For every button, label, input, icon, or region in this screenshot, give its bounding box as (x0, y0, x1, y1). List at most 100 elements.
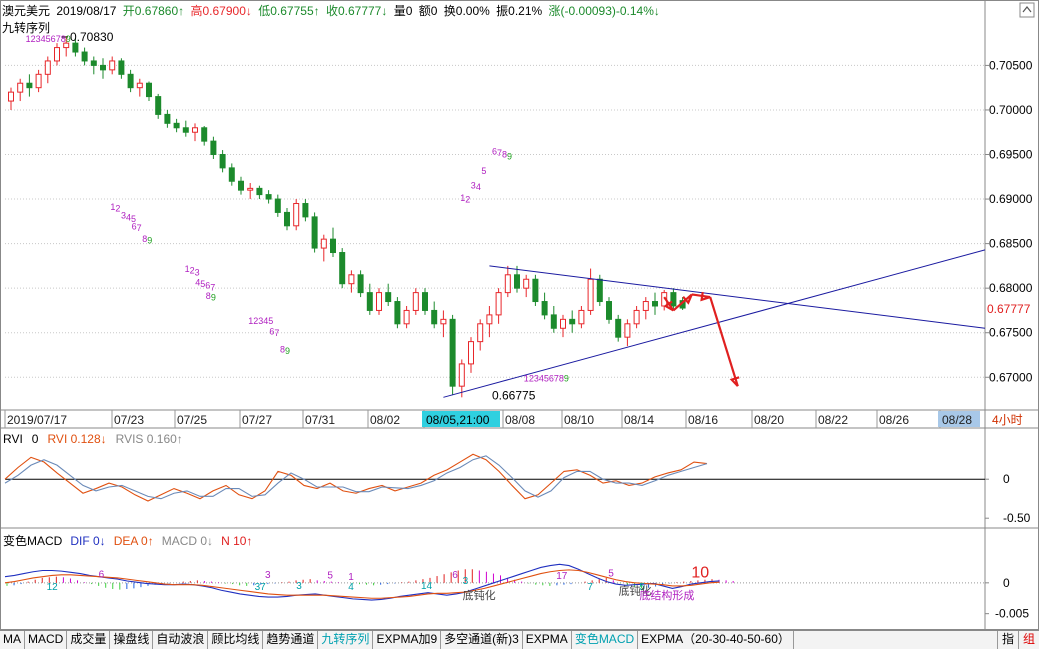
high-price: 高0.67900↓ (190, 4, 252, 18)
candle-body (578, 309, 585, 325)
nine-sequence-label: 12 (460, 193, 470, 205)
indicator-tab[interactable]: EXPMA (523, 631, 572, 649)
macd-tick-label: -0.005 (995, 607, 1029, 621)
candle-body (293, 203, 300, 227)
candle-body (633, 309, 640, 325)
indicator-tab[interactable]: 自动波浪 (153, 631, 209, 649)
candle-body (403, 309, 410, 325)
date-tick-label: 08/08 (505, 413, 535, 427)
candle-body (560, 318, 566, 329)
candle-body (17, 82, 24, 93)
candle-body (348, 274, 355, 285)
indicator-name: 九转序列 (2, 21, 51, 35)
date-tick-label: 08/20 (754, 413, 784, 427)
price-tick-label: 0.68000 (989, 281, 1033, 295)
macd-count-label: 5 (608, 569, 614, 580)
indicator-tab-bar: MA MACD 成交量 操盘线 自动波浪 顾比均线 趋势通道 九转序列 EXPMA加9 多空通道(… (0, 630, 1039, 649)
candle-body (155, 96, 162, 115)
macd-count-label: 12 (47, 582, 59, 593)
candle-body (514, 274, 520, 289)
candle-body (458, 363, 465, 387)
nine-sequence-label: 6789 (492, 147, 512, 162)
indicator-tab[interactable]: 多空通道(新)3 (441, 631, 523, 649)
price-tick-label: 0.69000 (989, 192, 1033, 206)
macd-count-label: 17 (556, 571, 568, 582)
indicator-tab[interactable]: 成交量 (67, 631, 111, 649)
candle-body (449, 318, 456, 387)
candle-body (256, 187, 263, 196)
candle-body (587, 278, 594, 311)
macd-count-label: 3 (463, 576, 469, 587)
expand-icon[interactable] (1019, 2, 1035, 18)
date-tick-label: 08/10 (564, 413, 594, 427)
candle-body (54, 47, 60, 62)
rvi-legend-item: RVI 0.128↓ (47, 432, 106, 446)
macd-legend-item: N 10↑ (221, 534, 252, 548)
chart-window: 0.70500 0.70000 0.69500 0.69000 0.68500 0.680… (0, 0, 1039, 649)
quote-date: 2019/08/17 (56, 4, 117, 18)
candle-body (642, 301, 649, 311)
candle-body (72, 42, 79, 53)
candle-body (541, 301, 548, 316)
candle-body (173, 122, 180, 129)
high-price-annotation: 0.70830 (70, 30, 114, 44)
macd-legend-item: DIF 0↓ (70, 534, 105, 548)
macd-tick-label: 0 (1003, 576, 1010, 590)
candle-body (284, 211, 290, 227)
candle-body (339, 252, 346, 285)
nine-sequence-label: 89 (142, 234, 152, 246)
macd-count-label: 6 (99, 569, 105, 580)
indicator-tab[interactable]: 九转序列 (318, 631, 374, 649)
candle-body (320, 238, 327, 249)
macd-count-label: 10 (691, 564, 709, 581)
candle-body (431, 309, 438, 325)
indicator-tab[interactable]: 变色MACD (572, 631, 639, 649)
candle-body (615, 318, 622, 338)
indicator-tab[interactable]: 操盘线 (110, 631, 154, 649)
candle-body (35, 73, 42, 89)
candle-body (569, 318, 576, 325)
candle-body (210, 140, 217, 156)
candle-body (109, 60, 116, 71)
macd-count-label: 3 (265, 570, 271, 581)
macd-legend-item: MACD 0↓ (162, 534, 213, 548)
chart-canvas: 0.70500 0.70000 0.69500 0.69000 0.68500 0.680… (0, 0, 1039, 630)
candle-body (652, 301, 658, 307)
candle-body (164, 113, 171, 124)
candle-body (302, 203, 309, 218)
nine-sequence-digit: 2 (115, 203, 120, 213)
candle-body (228, 167, 235, 182)
rvi-line-rvis (4, 455, 708, 500)
projection-arrow-segment (709, 296, 739, 387)
date-tick-label: 07/23 (114, 413, 144, 427)
indicator-tab[interactable]: MACD (25, 631, 68, 649)
indicator-tab[interactable]: MA (0, 631, 25, 649)
macd-legend-item: 变色MACD (3, 533, 63, 548)
indicator-tab[interactable]: 趋势通道 (263, 631, 319, 649)
candle-body (394, 301, 401, 325)
indicator-tab[interactable]: 顾比均线 (208, 631, 264, 649)
nine-sequence-label: 123456789 (26, 34, 71, 44)
candle-body (357, 274, 364, 294)
date-tick-label: 07/27 (242, 413, 272, 427)
macd-count-label: 6 (452, 570, 458, 581)
price-tick-label: 0.67500 (989, 326, 1033, 340)
indicator-menu-button[interactable]: 指 (996, 631, 1018, 649)
low-price-annotation: 0.66775 (492, 388, 536, 402)
nine-sequence-label: 12 (110, 202, 120, 214)
price-tick-label: 0.67000 (989, 370, 1033, 384)
volume-value: 量0 (393, 4, 413, 18)
candle-body (44, 60, 51, 75)
nine-sequence-label: 67 (269, 326, 279, 338)
candle-body (100, 64, 106, 71)
group-menu-button[interactable]: 组 (1017, 631, 1039, 649)
price-tick-label: 0.68500 (989, 237, 1033, 251)
low-price: 低0.67755↑ (258, 4, 320, 18)
indicator-tab[interactable]: EXPMA（20-30-40-50-60） (638, 631, 794, 649)
candle-body (238, 180, 244, 191)
price-tick-label: 0.69500 (989, 148, 1033, 162)
date-tick-label: 08/26 (879, 413, 909, 427)
indicator-tab[interactable]: EXPMA加9 (373, 631, 442, 649)
candle-body (486, 314, 493, 325)
macd-count-label: 5 (327, 571, 333, 582)
